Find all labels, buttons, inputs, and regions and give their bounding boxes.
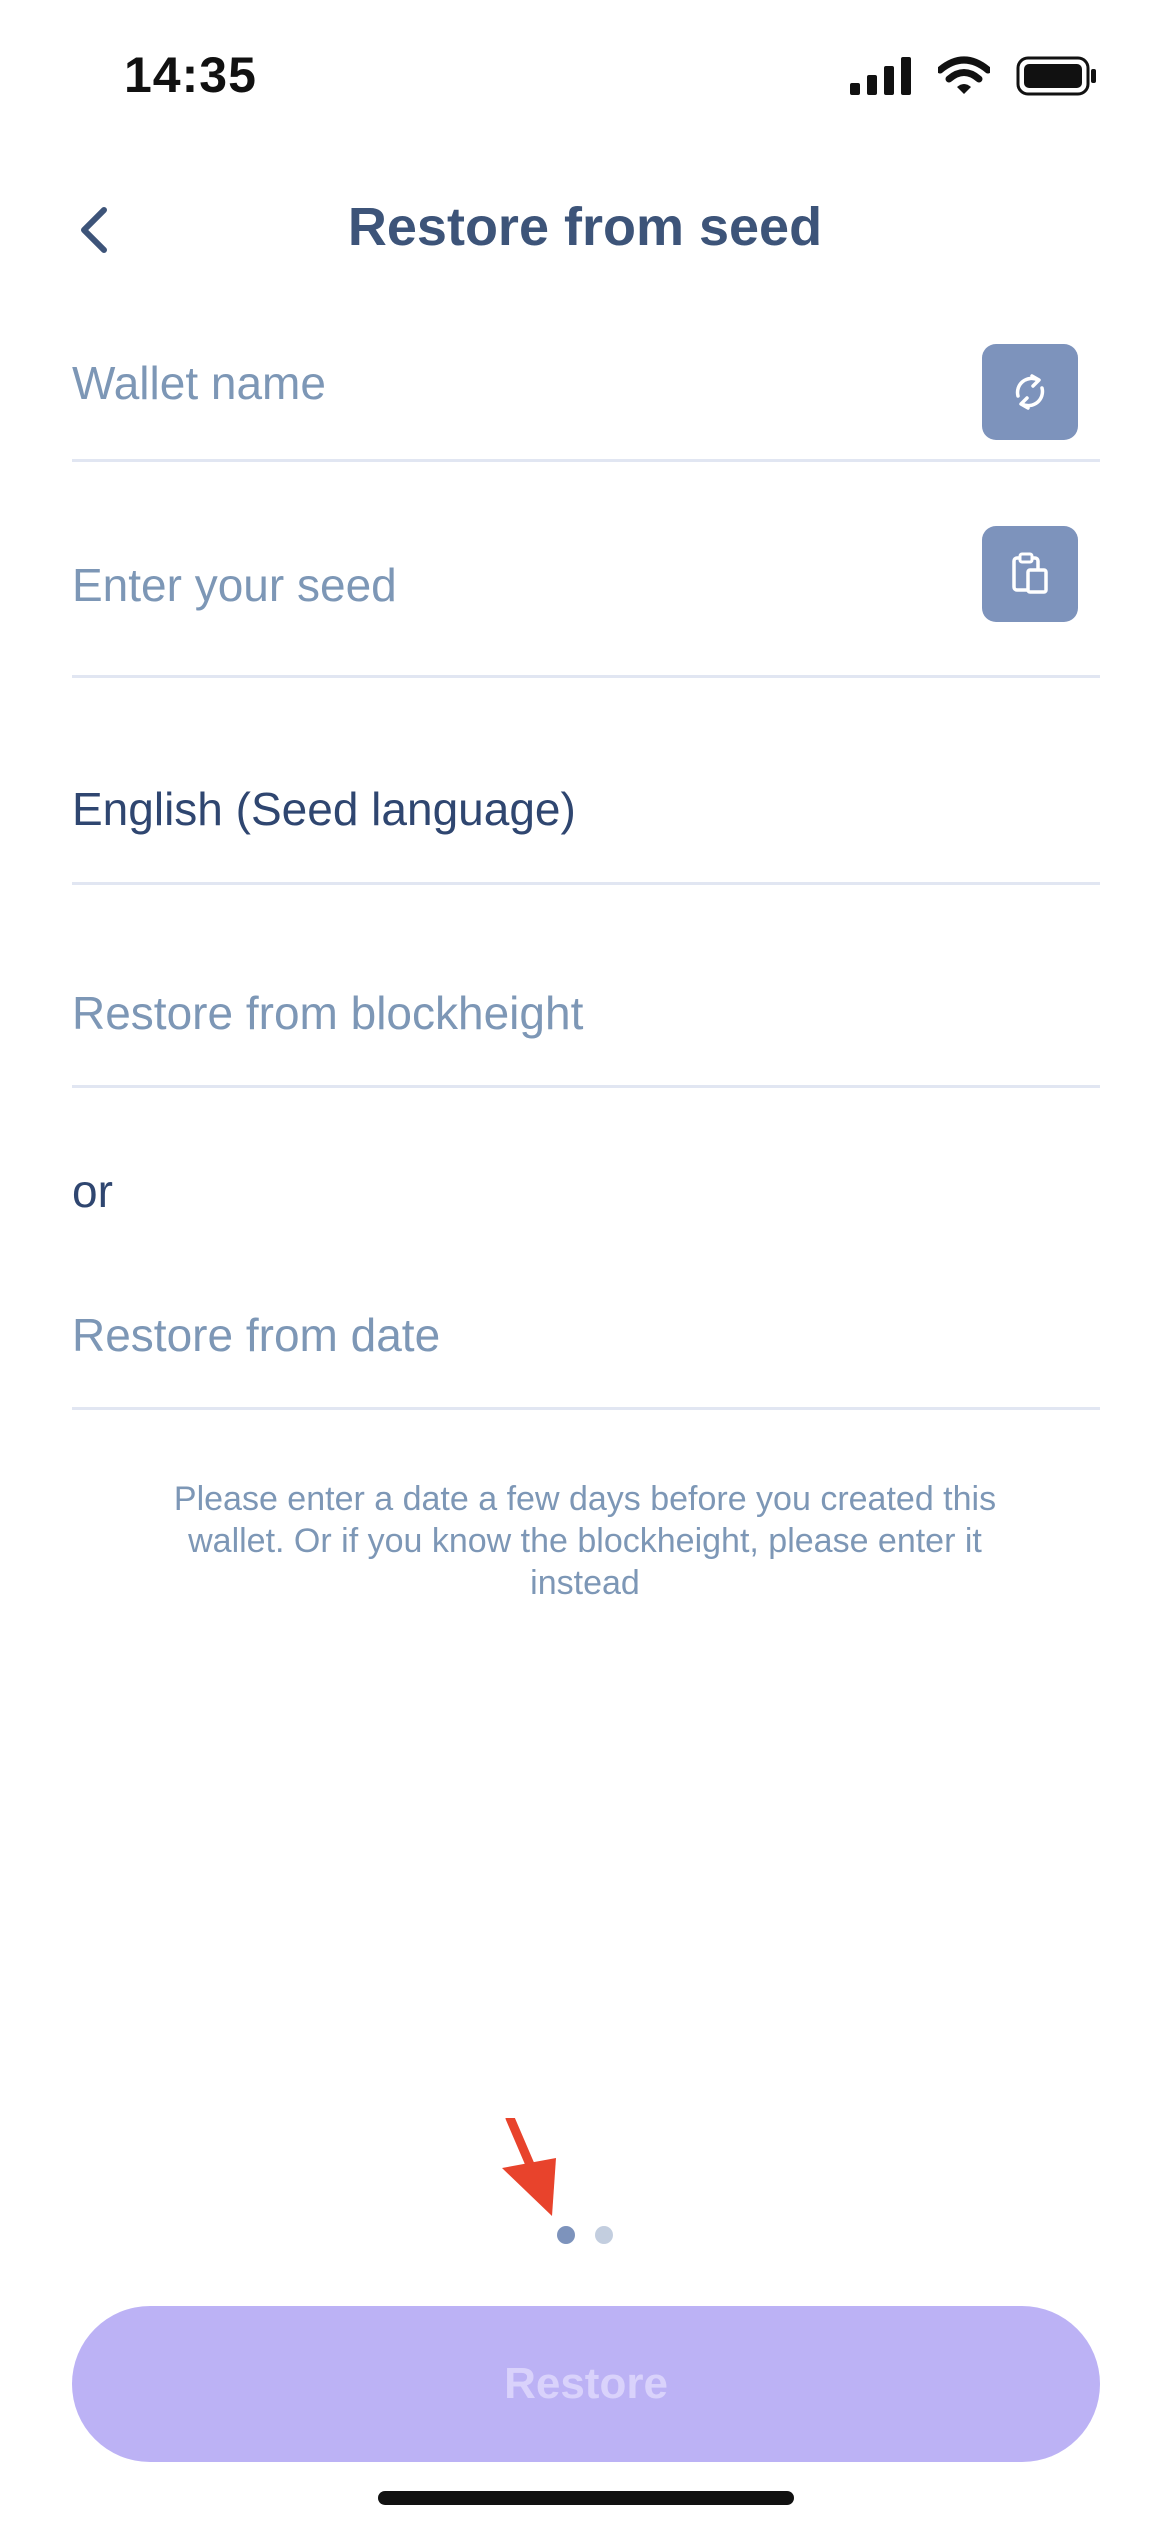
- restore-date-input[interactable]: Restore from date: [72, 1280, 1100, 1410]
- generate-name-button[interactable]: [982, 344, 1078, 440]
- seed-language-value: English (Seed language): [72, 783, 576, 835]
- status-time: 14:35: [124, 47, 257, 103]
- home-indicator[interactable]: [378, 2491, 794, 2505]
- blockheight-underline: [72, 1085, 1100, 1088]
- restore-button[interactable]: Restore: [72, 2306, 1100, 2462]
- seed-field[interactable]: Enter your seed: [72, 510, 1100, 678]
- refresh-icon: [1015, 374, 1045, 410]
- status-icons: [850, 56, 1098, 96]
- seed-underline: [72, 675, 1100, 678]
- wallet-name-placeholder: Wallet name: [72, 357, 326, 409]
- paste-seed-button[interactable]: [982, 526, 1078, 622]
- wallet-name-underline: [72, 459, 1100, 462]
- or-label: or: [72, 1165, 113, 1217]
- battery-icon: [1016, 56, 1096, 96]
- page-dot[interactable]: [595, 2226, 613, 2244]
- seed-language-underline: [72, 882, 1100, 885]
- page-dot-active[interactable]: [557, 2226, 575, 2244]
- date-hint-text: Please enter a date a few days before yo…: [173, 1480, 997, 1602]
- blockheight-placeholder: Restore from blockheight: [72, 987, 584, 1039]
- page-indicator: [557, 2226, 613, 2244]
- seed-placeholder: Enter your seed: [72, 559, 397, 611]
- cellular-signal-icon: [850, 57, 911, 95]
- seed-language-select[interactable]: English (Seed language): [72, 760, 1100, 885]
- restore-date-underline: [72, 1407, 1100, 1410]
- wifi-icon: [938, 56, 990, 94]
- page-title: Restore from seed: [347, 197, 823, 257]
- restore-date-placeholder: Restore from date: [72, 1309, 441, 1361]
- annotation-arrow-icon: [502, 2118, 556, 2216]
- paste-clipboard-icon: [1012, 552, 1048, 594]
- blockheight-input[interactable]: Restore from blockheight: [72, 960, 1100, 1088]
- wallet-name-field[interactable]: Wallet name: [72, 330, 1100, 462]
